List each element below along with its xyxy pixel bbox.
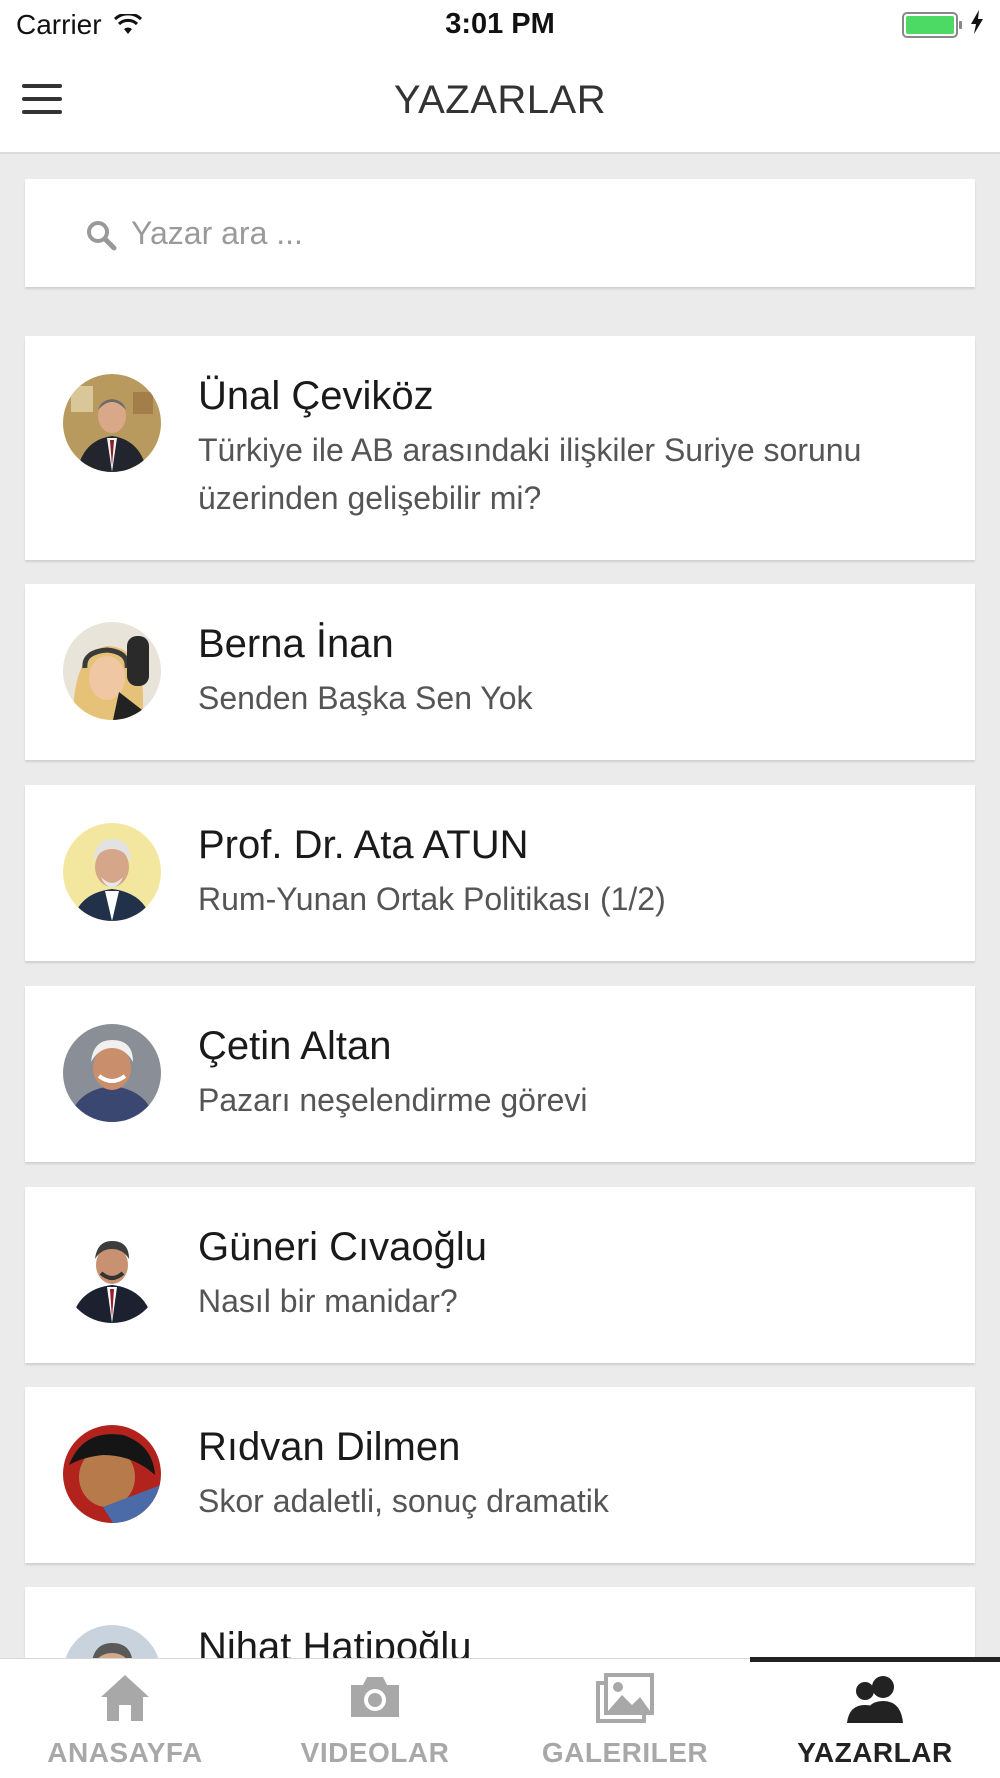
avatar [63,1425,161,1523]
camera-icon [250,1673,500,1729]
nav-bar: YAZARLAR [0,50,1000,154]
status-right [902,9,984,41]
status-left: Carrier [16,9,142,41]
avatar [63,1225,161,1323]
author-latest-article: Skor adaletli, sonuç dramatik [198,1483,609,1519]
avatar [63,622,161,720]
avatar [63,823,161,921]
tab-anasayfa[interactable]: ANASAYFA [0,1659,250,1778]
author-name: Prof. Dr. Ata ATUN [198,823,529,867]
battery-icon [902,12,962,38]
carrier-label: Carrier [16,9,102,40]
status-bar: Carrier 3:01 PM [0,0,1000,50]
tab-videolar[interactable]: VIDEOLAR [250,1659,500,1778]
search-icon [85,219,119,253]
home-icon [0,1673,250,1729]
tab-galeriler[interactable]: GALERILER [500,1659,750,1778]
author-latest-article: Pazarı neşelendirme görevi [198,1082,588,1118]
tab-label: GALERILER [541,1737,709,1768]
author-name: Güneri Cıvaoğlu [198,1225,488,1269]
author-card[interactable]: Çetin Altan Pazarı neşelendirme görevi [25,986,975,1162]
tab-bar: ANASAYFA VIDEOLAR GALERILER YAZARLAR [0,1657,1000,1778]
page-title: YAZARLAR [393,78,607,122]
authors-icon [750,1673,1000,1729]
author-card[interactable]: Rıdvan Dilmen Skor adaletli, sonuç drama… [25,1387,975,1563]
author-card[interactable]: Prof. Dr. Ata ATUN Rum-Yunan Ortak Polit… [25,785,975,961]
author-card[interactable]: Güneri Cıvaoğlu Nasıl bir manidar? [25,1187,975,1363]
author-latest-article: Senden Başka Sen Yok [198,680,533,716]
charging-icon [970,9,984,41]
author-name: Çetin Altan [198,1024,392,1068]
status-time: 3:01 PM [445,8,555,40]
author-name: Berna İnan [198,622,394,666]
tab-label: YAZARLAR [797,1737,953,1768]
gallery-icon [500,1673,750,1729]
search-box [25,179,975,287]
tab-label: ANASAYFA [47,1737,203,1768]
avatar [63,374,161,472]
search-input[interactable] [131,201,931,265]
author-card[interactable]: Berna İnan Senden Başka Sen Yok [25,584,975,760]
author-latest-article: Türkiye ile AB arasındaki ilişkiler Suri… [198,432,862,516]
tab-label: VIDEOLAR [300,1737,450,1768]
avatar [63,1024,161,1122]
author-name: Ünal Çeviköz [198,374,434,418]
author-latest-article: Rum-Yunan Ortak Politikası (1/2) [198,881,666,917]
author-card[interactable]: Ünal Çeviköz Türkiye ile AB arasındaki i… [25,336,975,560]
author-name: Rıdvan Dilmen [198,1425,461,1469]
tab-yazarlar[interactable]: YAZARLAR [750,1657,1000,1778]
author-latest-article: Nasıl bir manidar? [198,1283,458,1319]
wifi-icon [113,14,142,36]
